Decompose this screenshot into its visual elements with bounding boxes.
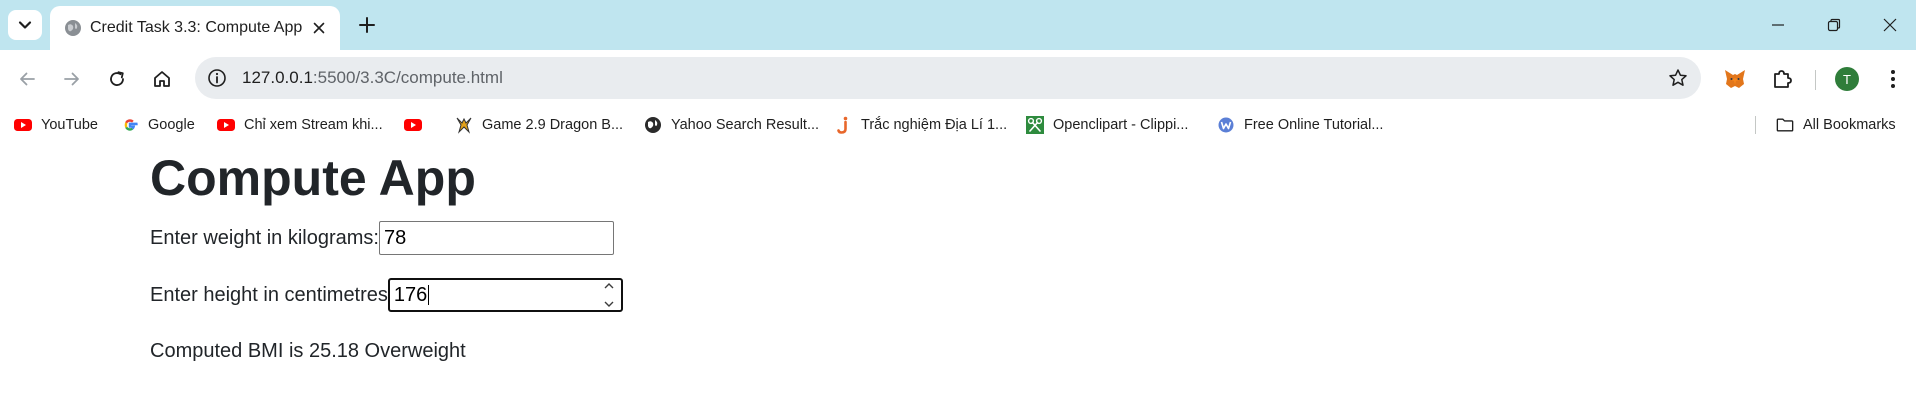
bookmark-item[interactable]: Yahoo Search Result... xyxy=(644,114,819,136)
bmi-result: Computed BMI is 25.18 Overweight xyxy=(150,340,466,362)
close-tab-button[interactable] xyxy=(308,17,330,39)
bookmark-star-button[interactable] xyxy=(1665,65,1691,91)
close-icon xyxy=(313,22,325,34)
height-value: 176 xyxy=(393,283,428,306)
forward-button[interactable] xyxy=(57,64,87,94)
bookmark-item[interactable]: Chỉ xem Stream khi... xyxy=(217,114,383,136)
bookmark-item[interactable]: Trắc nghiệm Địa Lí 1... xyxy=(834,114,1007,136)
browser-menu-button[interactable] xyxy=(1878,64,1908,94)
metamask-extension-button[interactable] xyxy=(1720,64,1750,94)
all-bookmarks-label: All Bookmarks xyxy=(1803,117,1896,133)
j-site-icon xyxy=(834,116,852,134)
metamask-fox-icon xyxy=(1725,70,1745,88)
restore-icon xyxy=(1827,18,1841,32)
site-info-button[interactable] xyxy=(205,66,229,90)
bookmark-item[interactable] xyxy=(404,114,431,136)
openclipart-icon xyxy=(1026,116,1044,134)
active-tab[interactable]: Credit Task 3.3: Compute App xyxy=(50,6,340,50)
minimize-icon xyxy=(1772,24,1784,26)
puzzle-piece-icon xyxy=(1774,70,1792,88)
profile-avatar[interactable]: T xyxy=(1835,67,1859,91)
bookmark-label: Trắc nghiệm Địa Lí 1... xyxy=(861,117,1008,133)
info-icon xyxy=(208,69,226,87)
bookmark-item[interactable]: YouTube xyxy=(14,114,98,136)
toolbar-divider xyxy=(1815,70,1816,90)
bookmark-label: YouTube xyxy=(41,117,98,133)
globe-icon xyxy=(644,116,662,134)
page-title: Compute App xyxy=(150,150,476,206)
spin-up-icon[interactable] xyxy=(604,283,614,289)
close-icon xyxy=(1883,18,1897,32)
number-spinner[interactable] xyxy=(603,283,615,307)
weight-label: Enter weight in kilograms: xyxy=(150,226,379,249)
bookmark-label: Google xyxy=(148,117,195,133)
chevron-down-icon xyxy=(18,21,32,29)
bookmark-label: Openclipart - Clippi... xyxy=(1053,117,1189,133)
youtube-icon xyxy=(404,116,422,134)
extensions-button[interactable] xyxy=(1767,64,1797,94)
page-content: Compute App Enter weight in kilograms: 7… xyxy=(0,142,1916,417)
bookmark-item[interactable]: Google xyxy=(121,114,195,136)
tab-title: Credit Task 3.3: Compute App xyxy=(90,19,303,36)
weight-row: Enter weight in kilograms: 78 xyxy=(150,221,614,255)
minimize-button[interactable] xyxy=(1758,10,1798,40)
tab-search-button[interactable] xyxy=(8,10,42,40)
url-path: :5500/3.3C/compute.html xyxy=(312,68,503,87)
globe-icon xyxy=(65,20,81,36)
google-icon xyxy=(121,116,139,134)
url-host: 127.0.0.1 xyxy=(242,68,313,87)
tutorial-site-icon xyxy=(1217,116,1235,134)
reload-icon xyxy=(110,71,124,86)
bookmark-label: Game 2.9 Dragon B... xyxy=(482,117,624,133)
bookmarks-bar: YouTube Google Chỉ xem Stream khi... Gam… xyxy=(0,108,1916,142)
restore-button[interactable] xyxy=(1814,10,1854,40)
tab-strip: Credit Task 3.3: Compute App xyxy=(0,0,1916,50)
arrow-left-icon xyxy=(20,72,35,86)
weight-input[interactable]: 78 xyxy=(378,221,614,255)
dragon-game-icon xyxy=(455,116,473,134)
folder-icon xyxy=(1776,116,1794,134)
height-label: Enter height in centimetres xyxy=(150,283,388,306)
height-row: Enter height in centimetres 176 xyxy=(150,278,623,312)
browser-toolbar: 127.0.0.1:5500/3.3C/compute.html T xyxy=(0,50,1916,108)
bookmark-label: Yahoo Search Result... xyxy=(671,117,820,133)
youtube-icon xyxy=(217,116,235,134)
text-caret xyxy=(428,285,430,305)
bookmark-item[interactable]: Game 2.9 Dragon B... xyxy=(455,114,623,136)
back-button[interactable] xyxy=(12,64,42,94)
bookmark-label: Chỉ xem Stream khi... xyxy=(244,117,383,133)
new-tab-button[interactable] xyxy=(352,10,382,40)
bookmark-item[interactable]: Openclipart - Clippi... xyxy=(1026,114,1188,136)
url-text: 127.0.0.1:5500/3.3C/compute.html xyxy=(242,68,503,88)
plus-icon xyxy=(359,17,375,33)
bookmark-label: Free Online Tutorial... xyxy=(1244,117,1384,133)
height-input[interactable]: 176 xyxy=(387,278,623,312)
star-icon xyxy=(1669,69,1687,86)
home-button[interactable] xyxy=(147,64,177,94)
weight-value: 78 xyxy=(383,226,407,249)
reload-button[interactable] xyxy=(102,64,132,94)
bookmark-item[interactable]: Free Online Tutorial... xyxy=(1217,114,1383,136)
close-window-button[interactable] xyxy=(1870,10,1910,40)
youtube-icon xyxy=(14,116,32,134)
bookmarks-divider xyxy=(1755,116,1756,134)
more-vertical-icon xyxy=(1891,70,1895,88)
address-bar[interactable]: 127.0.0.1:5500/3.3C/compute.html xyxy=(195,57,1701,99)
spin-down-icon[interactable] xyxy=(604,301,614,307)
all-bookmarks-button[interactable]: All Bookmarks xyxy=(1776,114,1896,136)
arrow-right-icon xyxy=(64,72,79,86)
home-icon xyxy=(154,71,170,87)
